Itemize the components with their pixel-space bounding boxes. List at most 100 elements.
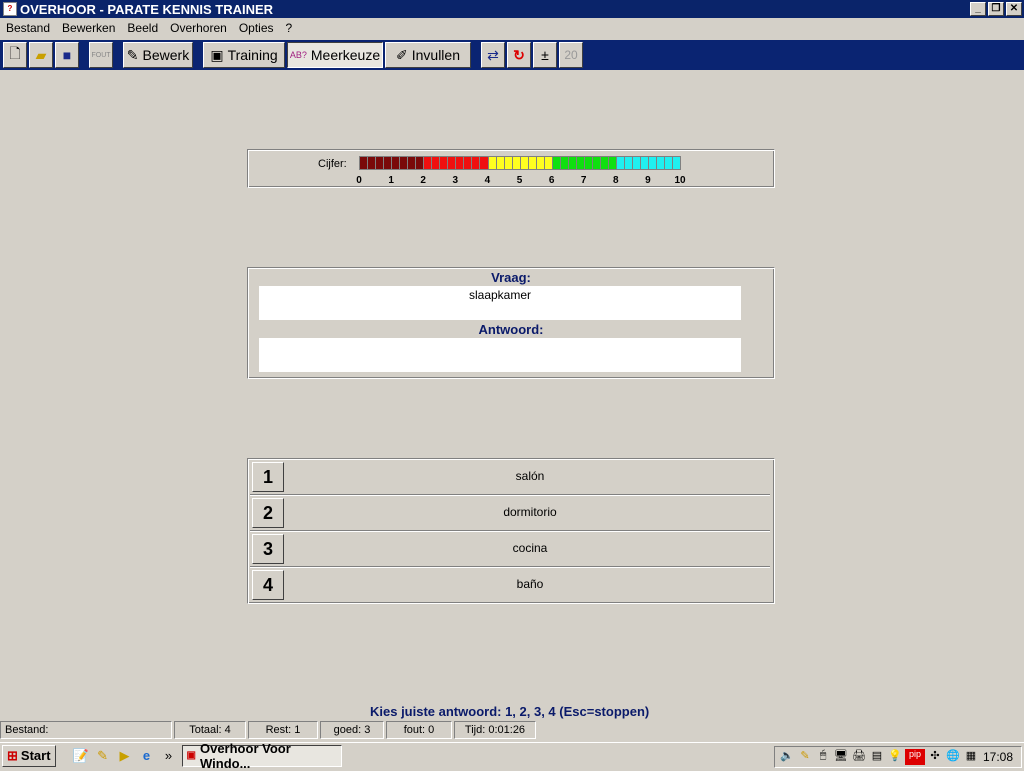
- grade-panel: Cijfer: 0 1 2 3 4 5 6 7 8 9 10: [247, 149, 775, 188]
- grade-segment: [673, 157, 681, 169]
- more-chevron[interactable]: »: [160, 747, 178, 765]
- new-button[interactable]: 🗋: [3, 42, 27, 68]
- invullen-label: Invullen: [411, 47, 460, 63]
- new-file-icon: 🗋: [9, 45, 21, 61]
- menu-bar: Bestand Bewerken Beeld Overhoren Opties …: [0, 18, 1024, 38]
- bewerk-button[interactable]: ✎ Bewerk: [123, 42, 193, 68]
- tray-icon-lightbulb[interactable]: 💡: [887, 749, 903, 765]
- choice-1[interactable]: 1 salón: [250, 459, 770, 495]
- reset-icon: ↻: [513, 46, 525, 63]
- fout-button[interactable]: FOUT: [89, 42, 113, 68]
- choice-number-button[interactable]: 3: [252, 534, 284, 564]
- mouse-icon[interactable]: 🖱: [815, 749, 831, 765]
- grade-tick-label: 4: [484, 175, 491, 186]
- menu-opties[interactable]: Opties: [239, 21, 274, 35]
- menu-beeld[interactable]: Beeld: [127, 21, 158, 35]
- internet-explorer-icon[interactable]: e: [138, 747, 156, 765]
- reset-button[interactable]: ↻: [507, 42, 531, 68]
- tray-icon-users[interactable]: ✣: [927, 749, 943, 765]
- choice-4[interactable]: 4 baño: [250, 567, 770, 603]
- grade-segment: [641, 157, 649, 169]
- answer-field[interactable]: [259, 338, 741, 372]
- grade-segment: [665, 157, 673, 169]
- grade-segment: [528, 157, 536, 169]
- grade-segment: [633, 157, 641, 169]
- taskbar-item-overhoor[interactable]: ▣ Overhoor Voor Windo...: [181, 741, 342, 771]
- vraag-label: Vraag:: [491, 270, 531, 285]
- grade-segment: [617, 157, 625, 169]
- menu-bewerken[interactable]: Bewerken: [62, 21, 115, 35]
- window-title: OVERHOOR - PARATE KENNIS TRAINER: [20, 1, 274, 17]
- invullen-button[interactable]: ✐ Invullen: [385, 42, 471, 68]
- count-label: 20: [564, 48, 578, 62]
- menu-help[interactable]: ?: [286, 21, 293, 35]
- plusminus-button[interactable]: ±: [533, 42, 557, 68]
- system-tray: 🔈 ✎ 🖱 🖥 🖨 ▤ 💡 pip ✣ 🌐 ▦ 17:08: [774, 746, 1022, 768]
- swap-direction-button[interactable]: ⇄: [481, 42, 505, 68]
- close-button[interactable]: ✕: [1006, 2, 1022, 16]
- edit-icon: ✎: [126, 46, 139, 63]
- grade-tick-label: 9: [645, 175, 651, 186]
- pip-icon[interactable]: pip: [905, 749, 925, 765]
- grade-segment: [424, 157, 432, 169]
- choice-2[interactable]: 2 dormitorio: [250, 495, 770, 531]
- count-button[interactable]: 20: [559, 42, 583, 68]
- grade-segment: [488, 157, 496, 169]
- choice-3[interactable]: 3 cocina: [250, 531, 770, 567]
- task-label: Overhoor Voor Windo...: [199, 740, 291, 771]
- grade-tick-label: 7: [580, 175, 587, 186]
- bewerk-label: Bewerk: [142, 47, 190, 63]
- floppy-icon: ■: [62, 47, 72, 63]
- menu-overhoren[interactable]: Overhoren: [170, 21, 227, 35]
- minimize-button[interactable]: _: [970, 2, 986, 16]
- media-player-icon[interactable]: ▶: [116, 747, 134, 765]
- folder-icon: ▰: [35, 46, 47, 63]
- start-button[interactable]: ⊞ Start: [2, 744, 56, 767]
- restore-button[interactable]: ❐: [988, 2, 1004, 16]
- calendar-icon[interactable]: ▦: [963, 749, 979, 765]
- printer-icon[interactable]: 🖨: [851, 749, 867, 765]
- choice-text: baño: [516, 577, 544, 591]
- network-icon[interactable]: 🖥: [833, 749, 849, 765]
- start-label: Start: [20, 748, 51, 763]
- tray-icon-edit[interactable]: ✎: [797, 749, 813, 765]
- volume-icon[interactable]: 🔈: [779, 749, 795, 765]
- globe-icon[interactable]: 🌐: [945, 749, 961, 765]
- app-icon: ?: [3, 2, 17, 16]
- choice-number-button[interactable]: 1: [252, 462, 284, 492]
- menu-bestand[interactable]: Bestand: [6, 21, 50, 35]
- grade-segment: [360, 157, 368, 169]
- training-label: Training: [227, 47, 278, 63]
- grade-segment: [600, 157, 608, 169]
- grade-segment: [592, 157, 600, 169]
- tray-icon-media[interactable]: ▤: [869, 749, 885, 765]
- save-button[interactable]: ■: [55, 42, 79, 68]
- swap-icon: ⇄: [487, 46, 499, 63]
- choice-number-button[interactable]: 2: [252, 498, 284, 528]
- title-bar: ? OVERHOOR - PARATE KENNIS TRAINER _ ❐ ✕: [0, 0, 1024, 18]
- grade-segment: [608, 157, 616, 169]
- grade-segment: [416, 157, 424, 169]
- training-button[interactable]: ▣ Training: [203, 42, 285, 68]
- grade-segment: [440, 157, 448, 169]
- pencil-icon: ✐: [396, 46, 408, 63]
- grade-tick-label: 5: [516, 175, 523, 186]
- grade-tick-label: 1: [388, 175, 394, 186]
- grade-segment: [657, 157, 665, 169]
- grade-segment: [400, 157, 408, 169]
- meerkeuze-button[interactable]: AB? Meerkeuze: [287, 42, 383, 68]
- choice-number-button[interactable]: 4: [252, 570, 284, 600]
- open-button[interactable]: ▰: [29, 42, 53, 68]
- grade-segment: [456, 157, 464, 169]
- question-panel: Vraag: slaapkamer Antwoord:: [247, 267, 775, 379]
- link-icon[interactable]: ✎: [94, 747, 112, 765]
- grade-segment: [625, 157, 633, 169]
- fout-icon: FOUT: [91, 51, 111, 59]
- grade-segment: [552, 157, 560, 169]
- multiple-choice-icon: AB?: [289, 50, 307, 60]
- grade-bar: [359, 156, 681, 170]
- status-rest: Rest: 1: [248, 721, 318, 739]
- grade-segment: [520, 157, 528, 169]
- grade-tick-label: 8: [613, 175, 619, 186]
- notepad-icon[interactable]: 📝: [72, 747, 90, 765]
